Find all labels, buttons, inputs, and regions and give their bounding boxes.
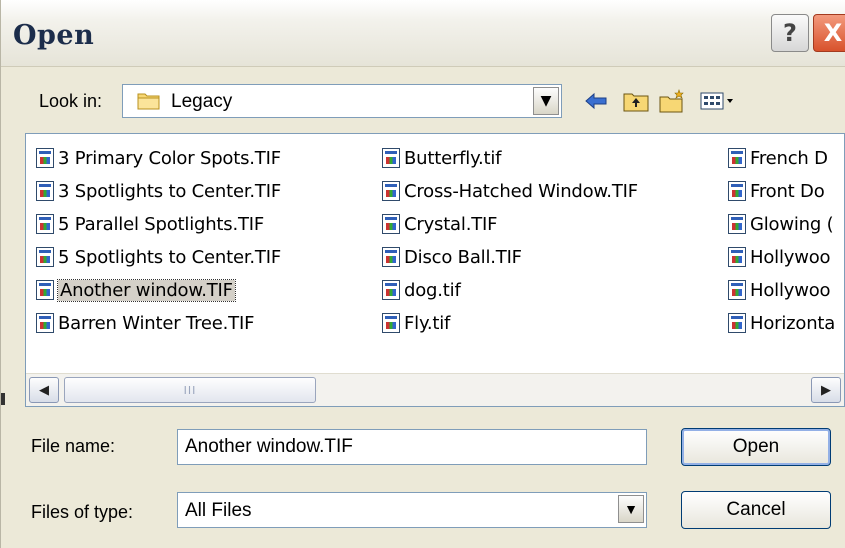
- list-item[interactable]: Hollywoo: [728, 276, 831, 304]
- image-file-icon: [382, 313, 400, 333]
- list-item[interactable]: dog.tif: [382, 276, 461, 304]
- open-dialog: Open ? X Look in: Legacy ▼ 3 Primary Col…: [0, 0, 845, 548]
- list-item[interactable]: 3 Spotlights to Center.TIF: [36, 177, 281, 205]
- close-button[interactable]: X: [813, 14, 845, 52]
- list-item[interactable]: Glowing (: [728, 210, 834, 238]
- scrollbar-thumb[interactable]: III: [64, 377, 316, 403]
- back-arrow-icon[interactable]: [581, 87, 611, 115]
- file-name-field[interactable]: Another window.TIF: [177, 429, 647, 465]
- image-file-icon: [728, 181, 746, 201]
- image-file-icon: [728, 247, 746, 267]
- look-in-combo[interactable]: Legacy ▼: [122, 84, 562, 118]
- help-button[interactable]: ?: [771, 14, 809, 52]
- image-file-icon: [728, 148, 746, 168]
- up-folder-icon[interactable]: [621, 87, 651, 115]
- list-item[interactable]: Barren Winter Tree.TIF: [36, 309, 254, 337]
- list-item[interactable]: 5 Spotlights to Center.TIF: [36, 243, 281, 271]
- list-item[interactable]: Crystal.TIF: [382, 210, 497, 238]
- chevron-down-icon[interactable]: ▼: [618, 495, 644, 523]
- file-type-select[interactable]: All Files ▼: [177, 492, 647, 528]
- scroll-left-icon[interactable]: ◀: [29, 377, 59, 403]
- folder-icon: [137, 93, 160, 110]
- dialog-title: Open: [13, 20, 95, 51]
- title-bar: Open ? X: [1, 0, 845, 67]
- list-item[interactable]: Disco Ball.TIF: [382, 243, 522, 271]
- list-item[interactable]: 3 Primary Color Spots.TIF: [36, 144, 281, 172]
- image-file-icon: [382, 214, 400, 234]
- cancel-button[interactable]: Cancel: [681, 491, 831, 529]
- image-file-icon: [382, 181, 400, 201]
- list-item[interactable]: Butterfly.tif: [382, 144, 501, 172]
- image-file-icon: [36, 148, 54, 168]
- image-file-icon: [36, 313, 54, 333]
- horizontal-scrollbar[interactable]: ◀ III ▶: [26, 373, 844, 406]
- image-file-icon: [36, 181, 54, 201]
- image-file-icon: [728, 313, 746, 333]
- image-file-icon: [728, 214, 746, 234]
- view-menu-icon[interactable]: [698, 87, 738, 115]
- list-item[interactable]: Hollywoo: [728, 243, 831, 271]
- open-button[interactable]: Open: [681, 428, 831, 466]
- list-item[interactable]: Horizonta: [728, 309, 835, 337]
- edge-marker: [1, 393, 5, 405]
- list-item-selected[interactable]: Another window.TIF: [36, 276, 236, 304]
- file-list[interactable]: 3 Primary Color Spots.TIF 3 Spotlights t…: [25, 133, 845, 407]
- file-type-label: Files of type:: [31, 502, 134, 522]
- image-file-icon: [728, 280, 746, 300]
- look-in-value: Legacy: [171, 91, 233, 112]
- list-item[interactable]: Front Do: [728, 177, 825, 205]
- image-file-icon: [36, 280, 54, 300]
- image-file-icon: [382, 148, 400, 168]
- look-in-label: Look in:: [39, 91, 103, 111]
- image-file-icon: [36, 214, 54, 234]
- image-file-icon: [382, 280, 400, 300]
- chevron-down-icon[interactable]: ▼: [533, 87, 559, 115]
- scroll-right-icon[interactable]: ▶: [811, 377, 841, 403]
- image-file-icon: [36, 247, 54, 267]
- list-item[interactable]: French D: [728, 144, 828, 172]
- list-item[interactable]: Fly.tif: [382, 309, 450, 337]
- new-folder-icon[interactable]: [658, 87, 688, 115]
- file-type-value: All Files: [185, 500, 252, 521]
- image-file-icon: [382, 247, 400, 267]
- list-item[interactable]: Cross-Hatched Window.TIF: [382, 177, 638, 205]
- list-item[interactable]: 5 Parallel Spotlights.TIF: [36, 210, 264, 238]
- file-name-label: File name:: [31, 436, 116, 456]
